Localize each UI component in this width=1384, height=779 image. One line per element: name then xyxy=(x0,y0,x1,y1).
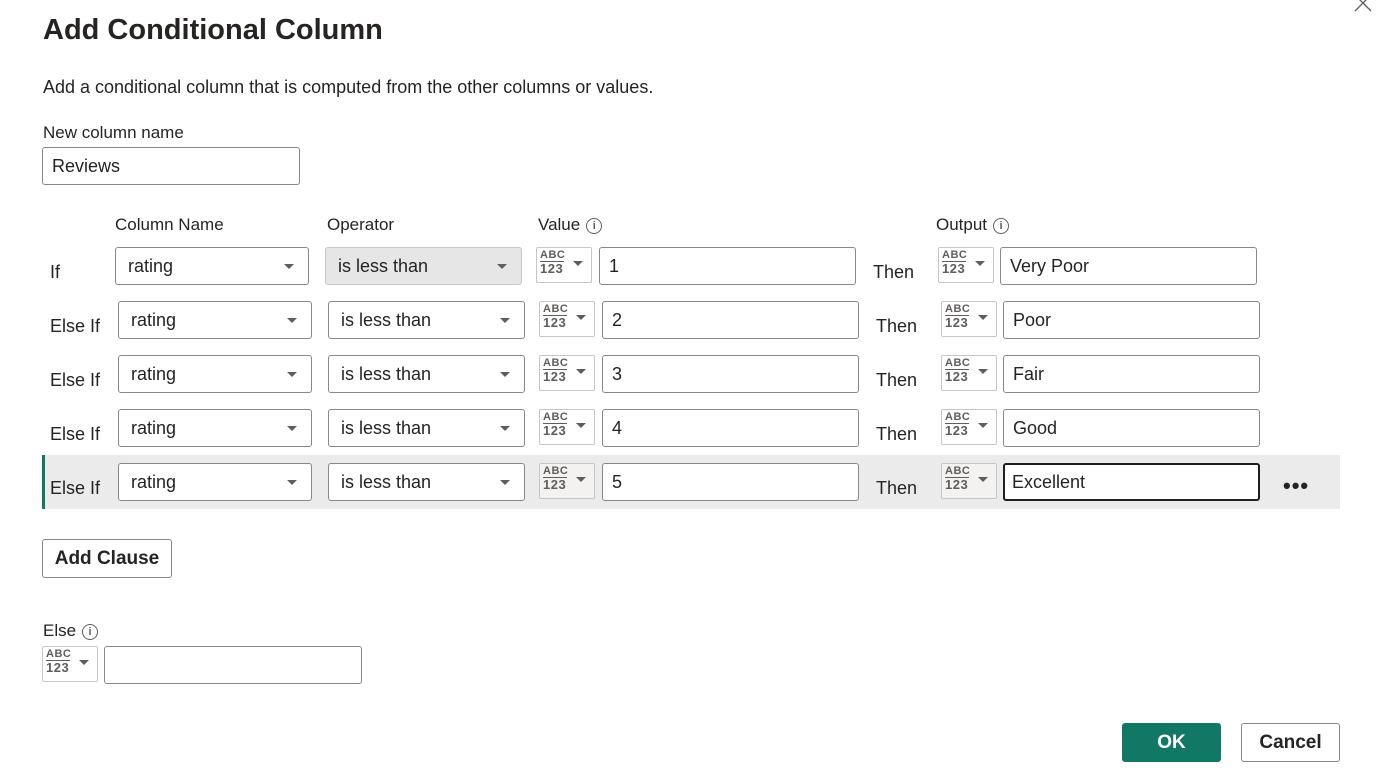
chevron-down-icon xyxy=(497,264,507,269)
column-name-value: rating xyxy=(131,472,177,492)
chevron-down-icon xyxy=(576,477,586,482)
value-type-selector[interactable]: ABC 123 xyxy=(539,409,595,445)
value-type-selector[interactable]: ABC 123 xyxy=(539,463,595,499)
else-label: Else i xyxy=(43,621,99,641)
value-type-selector[interactable]: ABC 123 xyxy=(536,247,592,283)
chevron-down-icon xyxy=(500,372,510,377)
operator-value: is less than xyxy=(341,418,432,438)
header-operator: Operator xyxy=(327,215,395,234)
chevron-down-icon xyxy=(287,318,297,323)
operator-value: is less than xyxy=(341,472,432,492)
chevron-down-icon xyxy=(576,315,586,320)
value-input[interactable]: 3 xyxy=(602,355,859,393)
output-type-selector[interactable]: ABC 123 xyxy=(938,247,994,283)
value-input[interactable]: 4 xyxy=(602,409,859,447)
chevron-down-icon xyxy=(576,423,586,428)
clause-prefix-label: Else If xyxy=(50,370,101,390)
else-type-selector[interactable]: ABC 123 xyxy=(42,646,98,682)
info-icon[interactable]: i xyxy=(82,623,99,640)
output-input[interactable]: Very Poor xyxy=(1000,247,1257,285)
header-value: Value i xyxy=(538,215,603,235)
chevron-down-icon xyxy=(978,369,988,374)
output-input[interactable]: Poor xyxy=(1003,301,1260,339)
chevron-down-icon xyxy=(500,480,510,485)
chevron-down-icon xyxy=(978,423,988,428)
dialog-title: Add Conditional Column xyxy=(43,14,383,46)
column-name-dropdown[interactable]: rating xyxy=(118,409,312,447)
value-input[interactable]: 1 xyxy=(599,247,856,285)
column-name-value: rating xyxy=(131,364,177,384)
header-output: Output i xyxy=(936,215,1010,235)
value-type-selector[interactable]: ABC 123 xyxy=(539,355,595,391)
output-input[interactable]: Fair xyxy=(1003,355,1260,393)
operator-dropdown[interactable]: is less than xyxy=(328,463,525,501)
chevron-down-icon xyxy=(287,480,297,485)
operator-dropdown[interactable]: is less than xyxy=(328,409,525,447)
column-name-value: rating xyxy=(131,310,177,330)
more-options-icon[interactable]: ••• xyxy=(1283,475,1309,497)
new-column-name-label: New column name xyxy=(43,123,184,142)
value-input[interactable]: 2 xyxy=(602,301,859,339)
then-label: Then xyxy=(876,478,918,498)
operator-value: is less than xyxy=(341,310,432,330)
output-input[interactable]: Good xyxy=(1003,409,1260,447)
operator-dropdown[interactable]: is less than xyxy=(328,301,525,339)
then-label: Then xyxy=(876,424,918,444)
dialog-description: Add a conditional column that is compute… xyxy=(43,77,654,97)
output-input[interactable]: Excellent xyxy=(1003,463,1260,501)
close-icon[interactable] xyxy=(1352,0,1374,14)
value-input[interactable]: 5 xyxy=(602,463,859,501)
output-type-selector[interactable]: ABC 123 xyxy=(941,463,997,499)
output-type-selector[interactable]: ABC 123 xyxy=(941,409,997,445)
operator-value: is less than xyxy=(341,364,432,384)
clause-prefix-label: Else If xyxy=(50,424,101,444)
chevron-down-icon xyxy=(500,426,510,431)
chevron-down-icon xyxy=(573,261,583,266)
chevron-down-icon xyxy=(978,477,988,482)
info-icon[interactable]: i xyxy=(586,217,603,234)
add-clause-button[interactable]: Add Clause xyxy=(42,539,172,578)
operator-dropdown[interactable]: is less than xyxy=(328,355,525,393)
chevron-down-icon xyxy=(284,264,294,269)
operator-dropdown[interactable]: is less than xyxy=(325,247,522,285)
column-name-value: rating xyxy=(131,418,177,438)
chevron-down-icon xyxy=(975,261,985,266)
output-type-selector[interactable]: ABC 123 xyxy=(941,355,997,391)
chevron-down-icon xyxy=(287,372,297,377)
column-name-dropdown[interactable]: rating xyxy=(115,247,309,285)
ok-button[interactable]: OK xyxy=(1122,723,1221,762)
column-name-dropdown[interactable]: rating xyxy=(118,355,312,393)
cancel-button[interactable]: Cancel xyxy=(1241,723,1340,762)
chevron-down-icon xyxy=(287,426,297,431)
column-name-dropdown[interactable]: rating xyxy=(118,301,312,339)
chevron-down-icon xyxy=(576,369,586,374)
then-label: Then xyxy=(873,262,915,282)
output-type-selector[interactable]: ABC 123 xyxy=(941,301,997,337)
chevron-down-icon xyxy=(79,660,89,665)
then-label: Then xyxy=(876,316,918,336)
new-column-name-input[interactable]: Reviews xyxy=(42,147,300,185)
value-type-selector[interactable]: ABC 123 xyxy=(539,301,595,337)
chevron-down-icon xyxy=(500,318,510,323)
operator-value: is less than xyxy=(338,256,429,276)
then-label: Then xyxy=(876,370,918,390)
clause-prefix-label: If xyxy=(50,262,61,282)
column-name-dropdown[interactable]: rating xyxy=(118,463,312,501)
column-name-value: rating xyxy=(128,256,174,276)
chevron-down-icon xyxy=(978,315,988,320)
clause-prefix-label: Else If xyxy=(50,478,101,498)
header-column-name: Column Name xyxy=(115,215,224,234)
info-icon[interactable]: i xyxy=(993,217,1010,234)
clause-prefix-label: Else If xyxy=(50,316,101,336)
else-value-input[interactable] xyxy=(104,646,362,684)
